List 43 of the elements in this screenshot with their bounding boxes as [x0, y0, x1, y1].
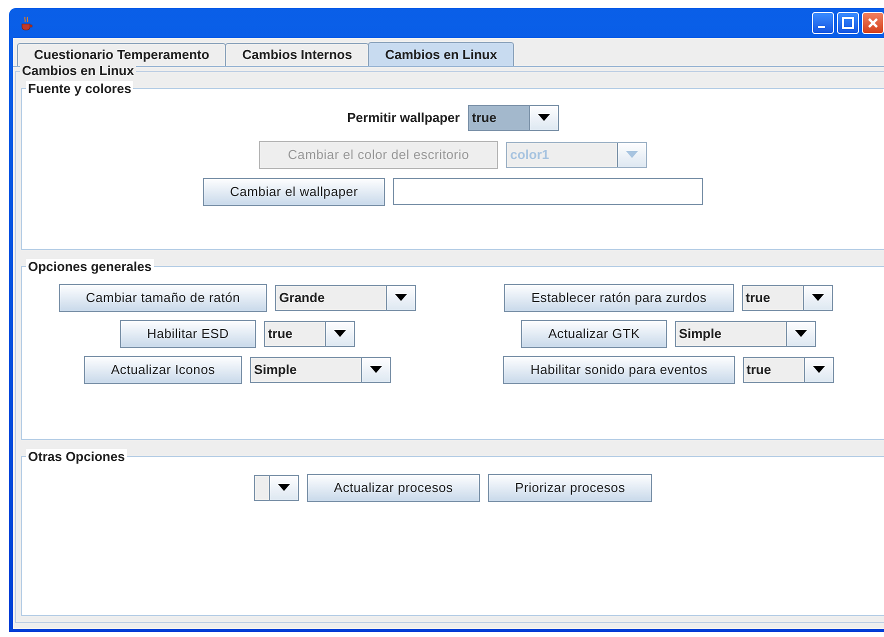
action-button[interactable]: Establecer ratón para zurdos: [504, 284, 734, 312]
caret-icon: [812, 294, 824, 301]
action-button[interactable]: Priorizar procesos: [488, 474, 652, 502]
caret-icon: [626, 151, 638, 158]
caret-icon: [794, 330, 807, 337]
action-button[interactable]: Habilitar ESD: [120, 320, 256, 348]
close-button[interactable]: [862, 12, 884, 34]
caret-icon: [812, 366, 825, 373]
close-icon: [867, 17, 879, 29]
text-field[interactable]: [393, 178, 704, 205]
caret-icon: [395, 294, 408, 301]
action-button[interactable]: Actualizar procesos: [306, 474, 480, 502]
cup-icon: [19, 15, 35, 31]
dropdown[interactable]: Grande: [275, 284, 416, 310]
action-button[interactable]: Habilitar sonido para eventos: [503, 356, 735, 384]
dropdown[interactable]: true: [468, 104, 559, 130]
panel-title: Cambios en Linux: [20, 63, 136, 78]
dropdown[interactable]: Simple: [674, 320, 816, 346]
dropdown[interactable]: true: [264, 320, 355, 346]
dropdown[interactable]: [254, 474, 299, 500]
minimize-button[interactable]: [812, 12, 834, 34]
tab[interactable]: Cambios en Linux: [368, 42, 514, 66]
group-title: Otras Opciones: [26, 449, 127, 464]
action-button: Cambiar el color del escritorio: [258, 140, 498, 168]
minimize-icon: [818, 26, 825, 28]
group-title: Fuente y colores: [26, 81, 134, 96]
caret-icon: [334, 330, 346, 337]
caret-icon: [278, 484, 290, 491]
group-title: Opciones generales: [26, 259, 154, 274]
action-button[interactable]: Actualizar GTK: [521, 320, 667, 348]
action-button[interactable]: Cambiar el wallpaper: [202, 178, 386, 206]
action-button[interactable]: Actualizar Iconos: [84, 356, 242, 384]
maximize-button[interactable]: [837, 12, 859, 34]
field-label: Permitir wallpaper: [347, 110, 460, 125]
caret-icon: [370, 366, 382, 373]
dropdown[interactable]: true: [742, 356, 834, 382]
tab[interactable]: Cuestionario Temperamento: [17, 43, 226, 66]
dropdown[interactable]: true: [742, 284, 833, 310]
dropdown: color1: [506, 142, 648, 168]
caret-icon: [538, 114, 550, 121]
action-button[interactable]: Cambiar tamaño de ratón: [58, 284, 268, 312]
maximize-icon: [842, 17, 854, 29]
dropdown[interactable]: Simple: [250, 356, 392, 382]
